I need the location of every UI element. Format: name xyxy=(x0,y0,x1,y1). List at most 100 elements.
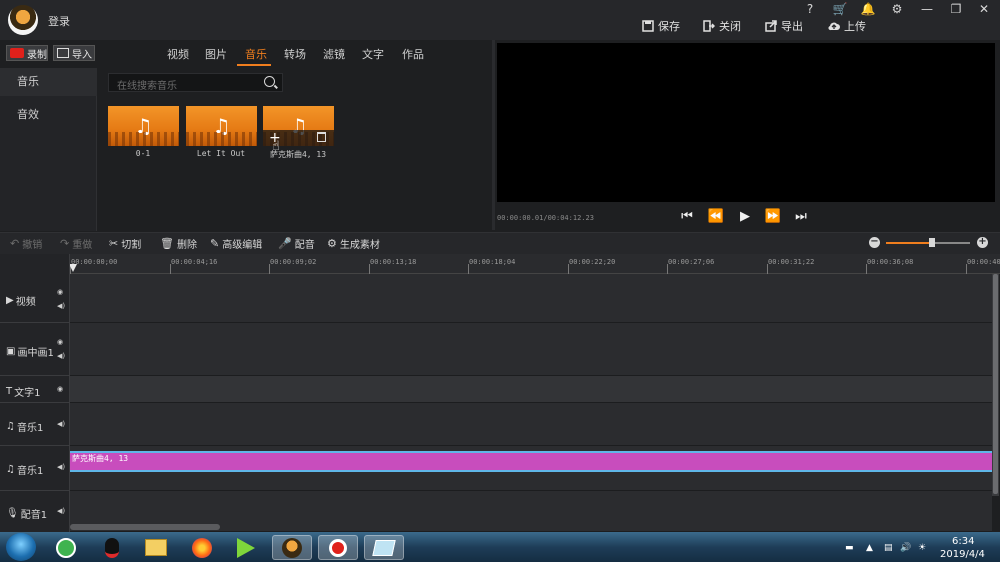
taskbar-app-video-editor-icon[interactable] xyxy=(272,535,312,560)
tab-works[interactable]: 作品 xyxy=(402,46,424,62)
tab-music[interactable]: 音乐 xyxy=(245,46,267,62)
taskbar-app-recorder-icon[interactable] xyxy=(318,535,358,560)
track-label: 音乐1 xyxy=(16,423,44,434)
login-link[interactable]: 登录 xyxy=(48,13,70,29)
tab-video[interactable]: 视频 xyxy=(167,46,189,62)
upload-button[interactable]: 上传 xyxy=(828,18,866,34)
sidebar-item-music[interactable]: 音乐 xyxy=(0,68,97,96)
playhead[interactable] xyxy=(69,264,77,272)
upload-icon xyxy=(828,20,840,32)
export-button[interactable]: 导出 xyxy=(765,18,803,34)
delete-icon[interactable] xyxy=(317,132,326,142)
skip-to-start-icon[interactable]: ⏮ xyxy=(678,208,696,226)
track-lane-pip[interactable] xyxy=(70,323,992,376)
dub-button[interactable]: 🎤 配音 xyxy=(278,236,315,251)
cut-button[interactable]: ✂ 切割 xyxy=(109,236,141,251)
eye-icon[interactable]: ◉ xyxy=(57,288,63,296)
timeline-horizontal-scrollbar[interactable] xyxy=(70,524,220,530)
ruler-tick-label: 00:00:18;04 xyxy=(469,258,516,266)
volume-icon[interactable]: ◀) xyxy=(57,463,65,471)
undo-button[interactable]: ↶ 撤销 xyxy=(10,236,42,251)
volume-tray-icon[interactable]: 🔊 xyxy=(900,543,911,553)
volume-icon[interactable]: ◀) xyxy=(57,302,65,310)
volume-icon[interactable]: ◀) xyxy=(57,420,65,428)
tab-transition[interactable]: 转场 xyxy=(284,46,306,62)
export-icon xyxy=(765,20,777,32)
mic-icon: 🎤 xyxy=(278,237,292,250)
zoom-in-icon[interactable]: + xyxy=(977,237,988,248)
clock-time[interactable]: 6:34 xyxy=(952,536,974,547)
skip-to-end-icon[interactable]: ⏭ xyxy=(792,208,810,226)
export-label: 导出 xyxy=(781,20,803,33)
delete-button[interactable]: 🗑 删除 xyxy=(160,236,197,251)
redo-icon: ↷ xyxy=(60,237,70,250)
keyboard-icon[interactable]: ▬ xyxy=(845,543,854,553)
taskbar-app-qq-icon[interactable] xyxy=(92,535,132,560)
restore-icon[interactable]: ❐ xyxy=(945,2,967,16)
vertical-scroll-thumb[interactable] xyxy=(993,274,998,494)
taskbar-app-360-icon[interactable] xyxy=(46,535,86,560)
search-icon[interactable] xyxy=(264,76,275,87)
zoom-out-icon[interactable]: − xyxy=(869,237,880,248)
cart-icon[interactable]: 🛒 xyxy=(829,2,851,16)
play-icon[interactable]: ▶ xyxy=(736,208,754,226)
windows-start-button[interactable] xyxy=(6,533,36,561)
previous-frame-icon[interactable]: ⏪ xyxy=(707,208,725,226)
settings-icon[interactable]: ⚙ xyxy=(886,2,908,16)
cut-label: 切割 xyxy=(121,240,142,251)
ruler-tick-label: 00:00:31;22 xyxy=(768,258,815,266)
thumbnail-crowd-graphic xyxy=(186,132,257,146)
minimize-icon[interactable]: — xyxy=(916,2,938,16)
sidebar-item-sound-effects[interactable]: 音效 xyxy=(0,101,97,129)
music-icon: ♫ xyxy=(6,421,15,432)
track-header-dub: 🎙 配音1 ◀) xyxy=(0,491,70,532)
eye-icon[interactable]: ◉ xyxy=(57,385,63,393)
audio-clip[interactable] xyxy=(70,451,992,472)
tab-image[interactable]: 图片 xyxy=(205,46,227,62)
network-icon[interactable]: ▤ xyxy=(884,543,893,553)
pip-icon: ▣ xyxy=(6,346,16,357)
delete-label: 删除 xyxy=(176,240,197,251)
clock-date[interactable]: 2019/4/4 xyxy=(940,549,985,560)
generate-clip-button[interactable]: ⚙ 生成素材 xyxy=(327,236,380,251)
help-icon[interactable]: ? xyxy=(799,2,821,16)
eye-icon[interactable]: ◉ xyxy=(57,338,63,346)
ruler-tick-label: 00:00:36;08 xyxy=(867,258,914,266)
tray-expand-icon[interactable]: ▲ xyxy=(866,543,873,553)
record-button[interactable]: 录制 xyxy=(6,45,48,61)
media-thumbnail[interactable]: ♫ xyxy=(108,106,179,146)
zoom-slider-handle[interactable] xyxy=(929,238,935,247)
taskbar-app-notes-icon[interactable] xyxy=(364,535,404,560)
track-header-music-2: ♫ 音乐1 ◀) xyxy=(0,446,70,491)
bell-icon[interactable]: 🔔 xyxy=(857,2,879,16)
media-thumbnail[interactable]: ♫ xyxy=(186,106,257,146)
ruler-tick-label: 00:00:40; xyxy=(967,258,1000,266)
track-lane-music-1[interactable] xyxy=(70,403,992,446)
volume-icon[interactable]: ◀) xyxy=(57,352,65,360)
track-lane-video[interactable] xyxy=(70,274,992,323)
media-label: Let It Out xyxy=(196,149,246,158)
import-button[interactable]: 导入 xyxy=(53,45,95,61)
track-label: 音乐1 xyxy=(16,466,44,477)
save-button[interactable]: 保存 xyxy=(642,18,680,34)
close-project-button[interactable]: 关闭 xyxy=(703,18,741,34)
track-lane-text[interactable] xyxy=(70,376,992,403)
app-window: 登录 ? 🛒 🔔 ⚙ — ❐ ✕ 保存 关闭 导出 上传 录制 导入 视频 图片… xyxy=(0,0,1000,562)
undo-label: 撤销 xyxy=(22,240,43,251)
taskbar-app-firefox-icon[interactable] xyxy=(182,535,222,560)
hand-cursor-icon: ☝ xyxy=(272,139,280,154)
taskbar-app-media-icon[interactable] xyxy=(226,535,266,560)
redo-button[interactable]: ↷ 重做 xyxy=(60,236,92,251)
volume-icon[interactable]: ◀) xyxy=(57,507,65,515)
panel-divider[interactable] xyxy=(492,40,495,230)
window-close-icon[interactable]: ✕ xyxy=(973,2,995,16)
active-tab-indicator xyxy=(237,64,271,66)
taskbar-app-explorer-icon[interactable] xyxy=(136,535,176,560)
tab-filter[interactable]: 滤镜 xyxy=(323,46,345,62)
weather-icon[interactable]: ☀ xyxy=(918,543,926,553)
tab-text[interactable]: 文字 xyxy=(362,46,384,62)
import-label: 导入 xyxy=(72,49,92,61)
advanced-edit-button[interactable]: ✎ 高级编辑 xyxy=(210,236,262,251)
record-label: 录制 xyxy=(27,49,47,61)
next-frame-icon[interactable]: ⏩ xyxy=(764,208,782,226)
